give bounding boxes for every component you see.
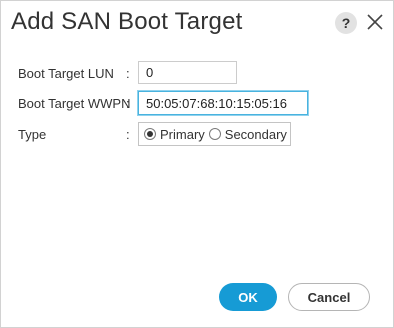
radio-selected-icon: [144, 128, 156, 140]
lun-colon: :: [126, 66, 130, 81]
radio-dot: [147, 131, 153, 137]
close-button[interactable]: [365, 12, 385, 32]
radio-unselected-icon: [208, 128, 221, 140]
wwpn-label: Boot Target WWPN: [18, 96, 131, 111]
wwpn-colon: :: [126, 96, 130, 111]
lun-label: Boot Target LUN: [18, 66, 114, 81]
type-label: Type: [18, 127, 47, 142]
type-option-secondary-label: Secondary: [224, 126, 287, 142]
help-icon: ?: [341, 15, 351, 31]
help-button[interactable]: ?: [335, 12, 357, 34]
type-option-secondary[interactable]: Secondary: [208, 126, 287, 142]
cancel-button[interactable]: Cancel: [288, 283, 370, 311]
type-option-primary[interactable]: Primary: [144, 127, 205, 142]
type-option-primary-label: Primary: [160, 126, 205, 142]
lun-input[interactable]: [138, 61, 237, 84]
type-radio-group: Primary Secondary: [138, 122, 291, 146]
ok-button[interactable]: OK: [219, 283, 277, 311]
add-san-boot-target-dialog: Add SAN Boot Target ? Boot Target LUN : …: [0, 0, 394, 328]
close-icon: [367, 14, 383, 30]
dialog-title: Add SAN Boot Target: [11, 8, 243, 35]
wwpn-input[interactable]: [138, 91, 308, 115]
type-colon: :: [126, 127, 130, 142]
